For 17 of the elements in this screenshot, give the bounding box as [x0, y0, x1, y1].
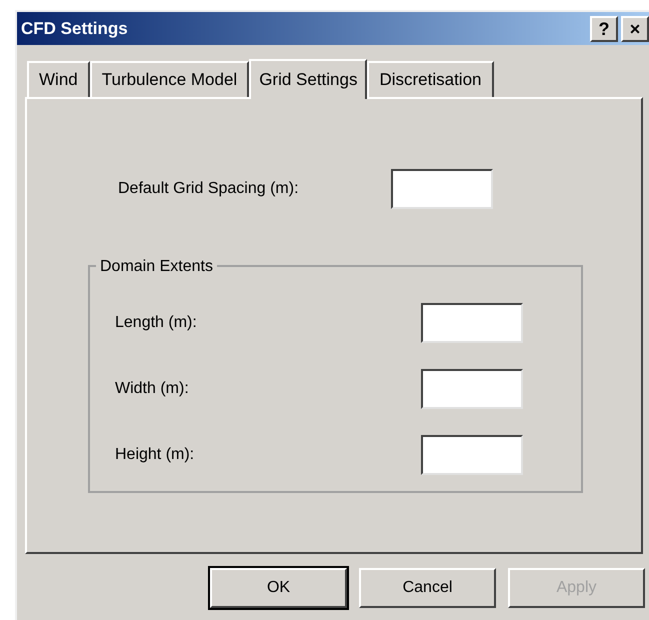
- tab[interactable]: Discretisation: [367, 61, 494, 97]
- tab[interactable]: Wind: [27, 61, 90, 97]
- field-label: Width (m):: [115, 379, 190, 399]
- dialog-button[interactable]: Cancel: [359, 568, 496, 608]
- text-field[interactable]: [391, 169, 493, 209]
- field-label: Height (m):: [115, 445, 196, 465]
- text-field[interactable]: [421, 303, 523, 343]
- close-button[interactable]: ×: [621, 16, 649, 42]
- field-label: Length (m):: [115, 313, 198, 333]
- dialog-button[interactable]: OK: [210, 568, 347, 608]
- help-button[interactable]: ?: [590, 16, 618, 42]
- window-title: CFD Settings: [21, 18, 128, 40]
- tab[interactable]: Turbulence Model: [90, 61, 250, 97]
- field-label: Default Grid Spacing (m):: [117, 179, 300, 199]
- text-field[interactable]: [421, 435, 523, 475]
- tab[interactable]: Grid Settings: [249, 59, 368, 99]
- text-field[interactable]: [421, 369, 523, 409]
